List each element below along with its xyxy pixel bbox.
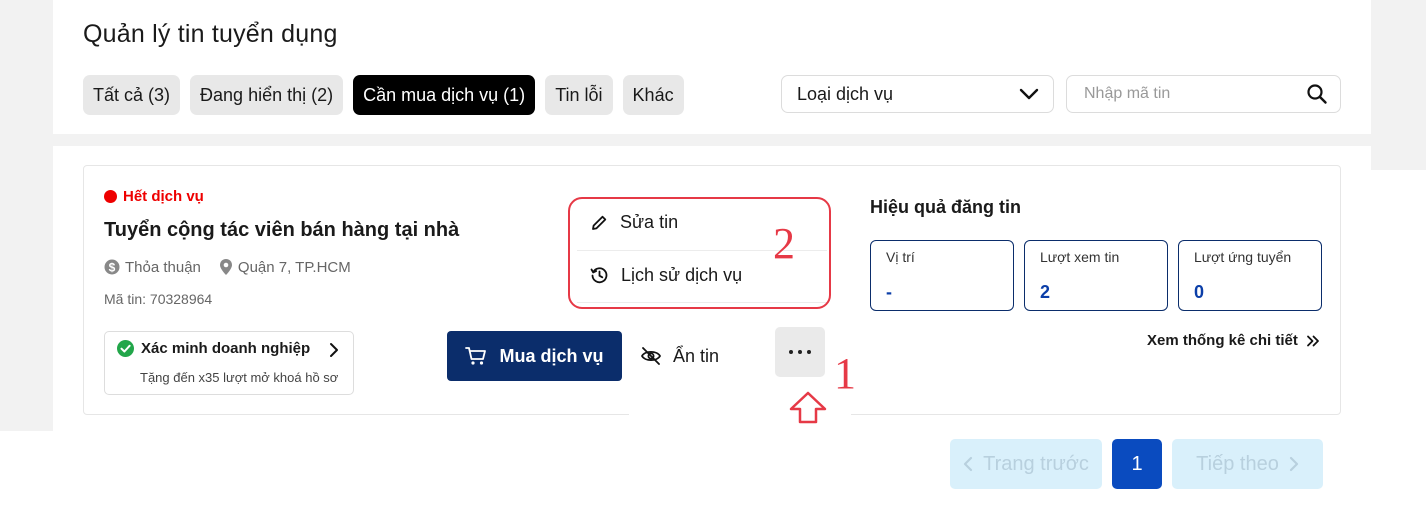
pagination-page-current[interactable]: 1	[1112, 439, 1162, 489]
salary: $ Thỏa thuận	[104, 259, 201, 276]
stat-label: Lượt ứng tuyển	[1194, 249, 1292, 265]
stat-label: Lượt xem tin	[1040, 249, 1120, 265]
verify-title: Xác minh doanh nghiệp	[141, 340, 311, 357]
pagination-prev-label: Trang trước	[983, 452, 1089, 475]
white-area	[0, 431, 850, 517]
location-label: Quận 7, TP.HCM	[237, 258, 351, 276]
filter-tabs: Tất cả (3) Đang hiển thị (2) Cần mua dịc…	[83, 75, 684, 115]
more-options-button[interactable]	[775, 327, 825, 377]
buy-service-label: Mua dịch vụ	[499, 345, 604, 366]
svg-text:$: $	[109, 261, 116, 275]
performance-title: Hiệu quả đăng tin	[870, 197, 1021, 217]
pagination-next-label: Tiếp theo	[1196, 452, 1279, 475]
chevron-down-icon	[1019, 88, 1039, 100]
chevron-right-icon	[330, 343, 338, 357]
status-badge: Hết dịch vụ	[104, 188, 204, 205]
job-meta: $ Thỏa thuận Quận 7, TP.HCM	[104, 258, 351, 276]
up-arrow-icon	[789, 391, 827, 424]
service-type-label: Loại dịch vụ	[797, 83, 894, 104]
stat-applications: Lượt ứng tuyển 0	[1178, 240, 1322, 311]
chevron-left-icon	[964, 456, 973, 472]
job-title[interactable]: Tuyển cộng tác viên bán hàng tại nhà	[104, 219, 459, 242]
verify-subtitle: Tặng đến x35 lượt mở khoá hồ sơ	[140, 370, 339, 385]
stat-position: Vị trí -	[870, 240, 1014, 311]
buy-service-button[interactable]: Mua dịch vụ	[447, 331, 622, 381]
job-code: Mã tin: 70328964	[104, 291, 213, 307]
verify-business-card[interactable]: Xác minh doanh nghiệp Tặng đến x35 lượt …	[104, 331, 354, 395]
page-title: Quản lý tin tuyển dụng	[83, 20, 338, 48]
view-detail-stats-link[interactable]: Xem thống kê chi tiết	[1147, 332, 1320, 349]
pagination-next-button[interactable]: Tiếp theo	[1172, 439, 1323, 489]
status-dot-icon	[104, 190, 117, 203]
hide-job-label: Ẩn tin	[673, 345, 720, 366]
tab-error[interactable]: Tin lỗi	[545, 75, 613, 115]
double-chevron-right-icon	[1306, 335, 1319, 346]
location-pin-icon	[219, 259, 232, 275]
tab-other[interactable]: Khác	[622, 75, 684, 115]
hide-job-button[interactable]: Ẩn tin	[629, 331, 746, 381]
stat-value: 2	[1040, 282, 1051, 302]
chevron-right-icon	[1289, 456, 1298, 472]
stat-label: Vị trí	[886, 249, 915, 265]
search-icon[interactable]	[1306, 83, 1328, 105]
service-type-select[interactable]: Loại dịch vụ	[781, 75, 1054, 113]
stat-value: 0	[1194, 282, 1205, 302]
search-box	[1066, 75, 1341, 113]
verified-check-icon	[117, 340, 134, 357]
cart-icon	[465, 347, 487, 365]
search-input[interactable]	[1082, 84, 1306, 104]
more-horizontal-icon	[789, 350, 811, 354]
status-label: Hết dịch vụ	[123, 188, 204, 205]
pagination-prev-button[interactable]: Trang trước	[950, 439, 1102, 489]
dollar-icon: $	[104, 259, 120, 275]
annotation-step-1: 1	[834, 349, 856, 398]
stat-views: Lượt xem tin 2	[1024, 240, 1168, 311]
stat-value: -	[886, 282, 892, 302]
eye-off-icon	[641, 347, 661, 365]
location: Quận 7, TP.HCM	[219, 258, 351, 276]
tab-need-service[interactable]: Cần mua dịch vụ (1)	[353, 75, 536, 115]
white-strip	[1371, 170, 1426, 517]
salary-label: Thỏa thuận	[125, 258, 201, 276]
detail-link-label: Xem thống kê chi tiết	[1147, 332, 1298, 349]
annotation-step-2: 2	[773, 219, 795, 268]
tab-all[interactable]: Tất cả (3)	[83, 75, 181, 115]
tab-showing[interactable]: Đang hiển thị (2)	[190, 75, 344, 115]
